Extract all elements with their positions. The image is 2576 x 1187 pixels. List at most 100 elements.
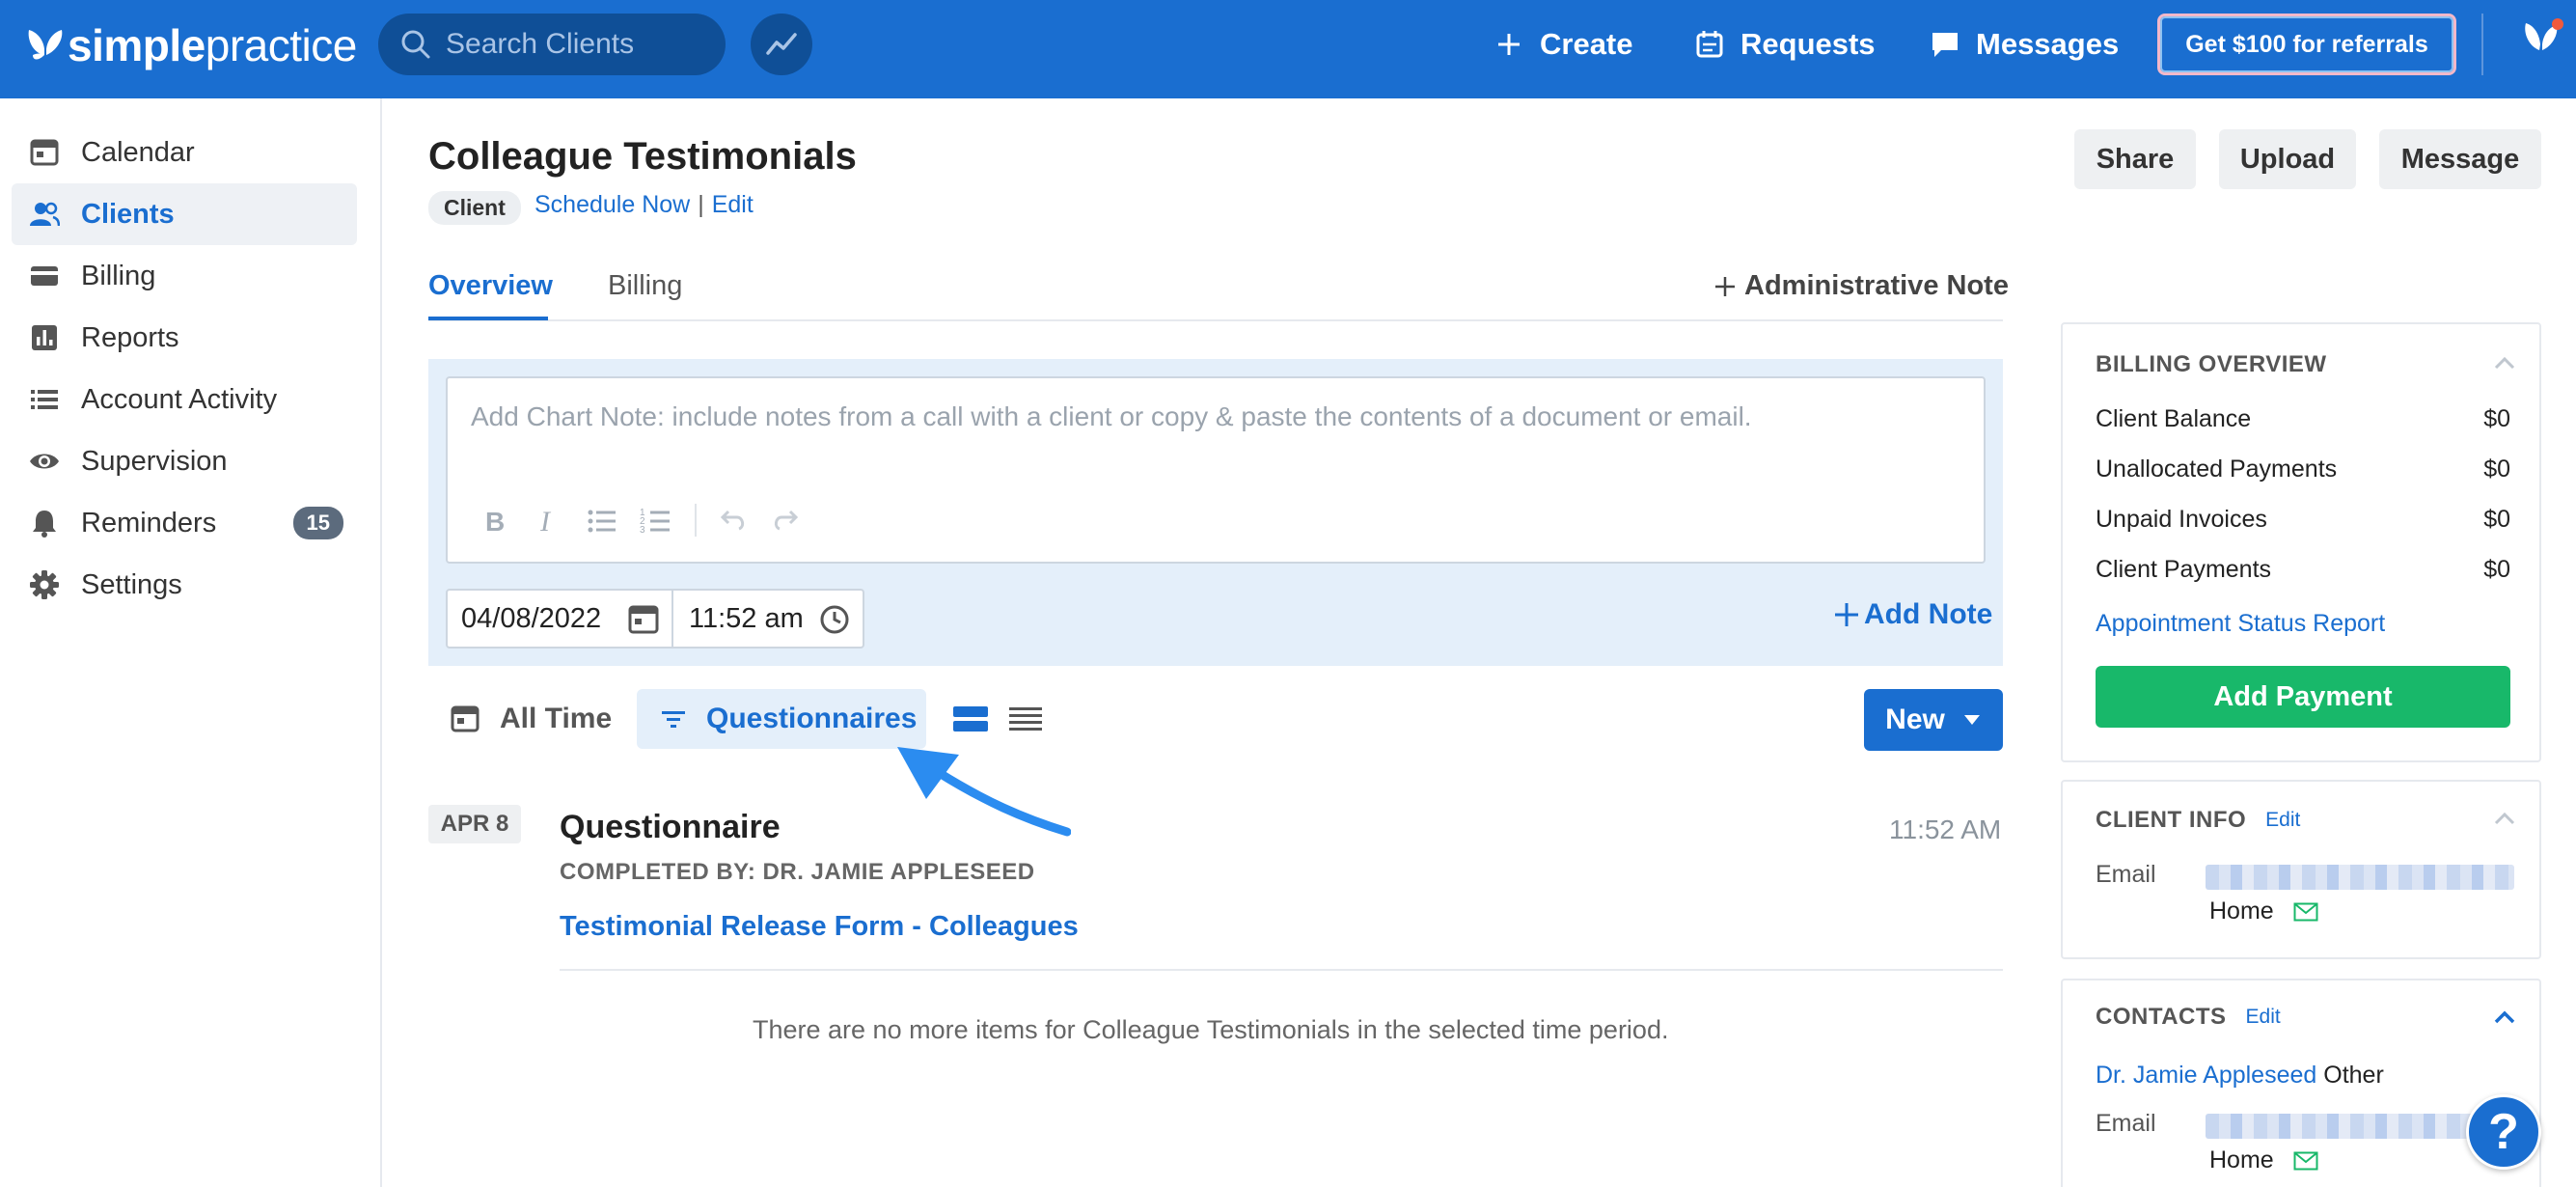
page-title: Colleague Testimonials <box>428 135 857 178</box>
undo-icon[interactable] <box>714 504 749 538</box>
chart-note-editor: B I 1 2 3 <box>446 376 1986 564</box>
italic-icon[interactable]: I <box>531 504 565 538</box>
envelope-icon[interactable] <box>2293 902 2318 922</box>
client-info-heading: CLIENT INFO Edit <box>2096 807 2300 834</box>
upload-button[interactable]: Upload <box>2219 129 2356 189</box>
entry-divider <box>560 969 2003 971</box>
sidebar-item-label: Supervision <box>81 445 228 477</box>
requests-button[interactable]: Requests <box>1694 21 1876 68</box>
chevron-up-icon[interactable] <box>2493 1009 2516 1025</box>
time-filter-button[interactable]: All Time <box>450 703 612 735</box>
questionnaire-form-link[interactable]: Testimonial Release Form - Colleagues <box>560 911 1079 943</box>
questionnaires-filter-button[interactable]: Questionnaires <box>637 689 926 749</box>
edit-client-link[interactable]: Edit <box>712 191 754 218</box>
share-button[interactable]: Share <box>2074 129 2196 189</box>
schedule-now-link[interactable]: Schedule Now <box>534 191 690 218</box>
billing-row-value: $0 <box>2483 506 2510 533</box>
create-button[interactable]: Create <box>1494 21 1633 68</box>
redo-icon[interactable] <box>770 504 805 538</box>
toolbar-divider <box>695 504 697 537</box>
referral-button[interactable]: Get $100 for referrals <box>2157 14 2456 75</box>
entry-completed-by: COMPLETED BY: DR. JAMIE APPLESEED <box>560 859 1035 885</box>
billing-overview-panel: BILLING OVERVIEW Client Balance $0 Unall… <box>2061 322 2541 762</box>
requests-label: Requests <box>1740 27 1876 61</box>
sidebar-item-supervision[interactable]: Supervision <box>12 430 357 492</box>
tab-billing[interactable]: Billing <box>608 270 682 302</box>
note-date-input[interactable]: 04/08/2022 <box>446 589 673 649</box>
empty-period-message: There are no more items for Colleague Te… <box>753 1015 1669 1044</box>
administrative-note-label: Administrative Note <box>1744 270 2009 301</box>
contact-email-type: Home <box>2209 1146 2318 1174</box>
sidebar-item-label: Account Activity <box>81 383 278 415</box>
clock-icon[interactable] <box>818 603 851 636</box>
billing-row-label: Unallocated Payments <box>2096 455 2338 483</box>
contact-role: Other <box>2323 1062 2384 1089</box>
contacts-panel: CONTACTS Edit Dr. Jamie Appleseed Other … <box>2061 979 2541 1187</box>
search-box <box>378 14 726 75</box>
note-time-value: 11:52 am <box>689 602 804 634</box>
billing-overview-title: BILLING OVERVIEW <box>2096 351 2327 377</box>
sidebar-item-reports[interactable]: Reports <box>12 307 357 369</box>
calendar-icon <box>451 705 480 732</box>
add-note-button[interactable]: Add Note <box>1833 598 1992 631</box>
envelope-icon[interactable] <box>2293 1151 2318 1171</box>
email-type-label: Home <box>2209 897 2274 925</box>
billing-icon <box>31 266 58 286</box>
butterfly-logo-icon <box>28 30 63 60</box>
contact-name-link[interactable]: Dr. Jamie Appleseed <box>2096 1062 2316 1089</box>
appointment-status-report-link[interactable]: Appointment Status Report <box>2096 610 2385 638</box>
sidebar-item-label: Reports <box>81 321 179 353</box>
sidebar-item-calendar[interactable]: Calendar <box>12 122 357 183</box>
calendar-icon[interactable] <box>627 603 660 636</box>
bold-icon[interactable]: B <box>477 504 511 538</box>
sidebar-item-reminders[interactable]: Reminders 15 <box>12 492 357 554</box>
time-filter-label: All Time <box>500 703 613 734</box>
sidebar: Calendar Clients Billing Reports Account… <box>0 98 382 1187</box>
list-view-icon[interactable] <box>1009 704 1042 733</box>
sidebar-item-settings[interactable]: Settings <box>12 554 357 616</box>
messages-label: Messages <box>1976 27 2120 61</box>
client-info-edit-link[interactable]: Edit <box>2265 809 2300 832</box>
search-clients-input[interactable] <box>446 28 706 61</box>
sidebar-item-label: Clients <box>81 198 175 230</box>
billing-row-value: $0 <box>2483 405 2510 432</box>
administrative-note-button[interactable]: Administrative Note <box>1713 270 2009 302</box>
sidebar-item-account-activity[interactable]: Account Activity <box>12 369 357 430</box>
chevron-up-icon[interactable] <box>2493 811 2516 826</box>
client-actions: Schedule Now | Edit <box>534 191 754 219</box>
numbered-list-icon[interactable]: 1 2 3 <box>639 504 673 538</box>
billing-row-label: Unpaid Invoices <box>2096 506 2267 533</box>
svg-text:B: B <box>485 507 505 537</box>
bullet-list-icon[interactable] <box>585 504 619 538</box>
sidebar-item-label: Reminders <box>81 507 217 538</box>
message-button[interactable]: Message <box>2379 129 2541 189</box>
client-info-title: CLIENT INFO <box>2096 807 2247 833</box>
plus-icon <box>1498 34 1520 55</box>
logo-text-light: practice <box>205 20 358 70</box>
billing-row-unpaid-invoices: Unpaid Invoices $0 <box>2096 506 2510 534</box>
contacts-edit-link[interactable]: Edit <box>2246 1006 2281 1029</box>
chevron-up-icon[interactable] <box>2493 355 2516 371</box>
new-item-button[interactable]: New <box>1864 689 2003 751</box>
add-payment-button[interactable]: Add Payment <box>2096 666 2510 728</box>
chart-note-textarea[interactable] <box>471 401 1957 459</box>
sidebar-item-clients[interactable]: Clients <box>12 183 357 245</box>
action-separator: | <box>698 191 704 218</box>
svg-text:I: I <box>539 506 552 538</box>
tab-overview[interactable]: Overview <box>428 270 553 302</box>
entry-title: Questionnaire <box>560 809 781 845</box>
redacted-email <box>2206 865 2514 890</box>
note-time-input[interactable]: 11:52 am <box>673 589 864 649</box>
reports-icon <box>32 325 57 350</box>
sidebar-item-label: Settings <box>81 568 182 600</box>
email-type-label: Home <box>2209 1146 2274 1173</box>
sidebar-item-billing[interactable]: Billing <box>12 245 357 307</box>
butterfly-notification-icon[interactable] <box>2520 17 2564 62</box>
simplepractice-logo[interactable]: simple practice <box>25 19 357 71</box>
card-view-icon[interactable] <box>953 704 988 733</box>
insights-button[interactable] <box>751 14 812 75</box>
help-button[interactable]: ? <box>2466 1094 2541 1170</box>
reminders-count-badge: 15 <box>292 507 343 539</box>
entry-time: 11:52 AM <box>1889 814 2002 844</box>
messages-button[interactable]: Messages <box>1930 21 2119 68</box>
